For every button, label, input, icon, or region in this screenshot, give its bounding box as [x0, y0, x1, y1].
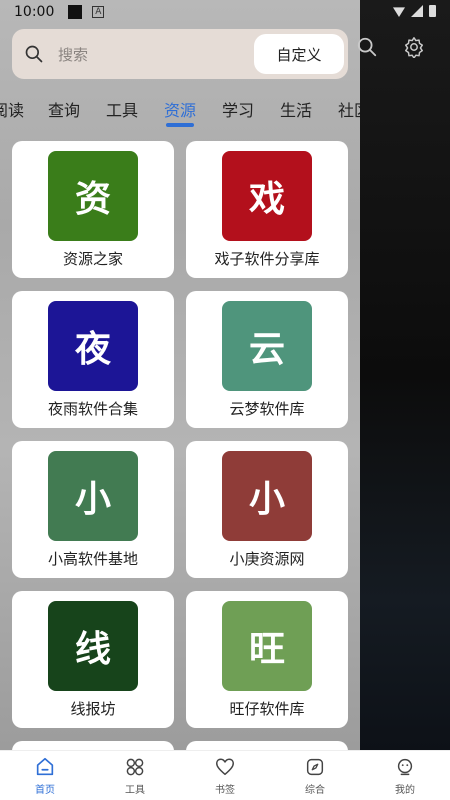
- resource-card-label: 资源之家: [62, 250, 123, 268]
- app-icon: 资: [48, 151, 138, 241]
- status-bar: 10:00 A: [0, 0, 450, 24]
- resource-card-label: 线报坊: [70, 700, 116, 718]
- status-right-icons: [393, 5, 436, 17]
- gear-icon[interactable]: [403, 36, 425, 58]
- resource-card[interactable]: 云 云梦软件库: [186, 291, 348, 428]
- app-icon: 夜: [48, 301, 138, 391]
- resource-card-label: 夜雨软件合集: [47, 400, 138, 418]
- search-icon: [25, 45, 43, 63]
- resource-card[interactable]: 戏 戏子软件分享库: [186, 141, 348, 278]
- tab-life[interactable]: 生活: [280, 97, 312, 121]
- search-placeholder[interactable]: 搜索: [58, 44, 88, 65]
- nav-profile[interactable]: 我的: [360, 751, 450, 800]
- nav-general[interactable]: 综合: [270, 751, 360, 800]
- side-dark-panel: [360, 0, 450, 750]
- app-icon: 戏: [222, 151, 312, 241]
- tab-reading[interactable]: 阅读: [0, 97, 24, 121]
- category-tabs: 阅读 查询 工具 资源 学习 生活 社区: [0, 97, 360, 133]
- nav-profile-label: 我的: [395, 785, 415, 796]
- compass-icon: [306, 758, 324, 776]
- nav-general-label: 综合: [305, 785, 325, 796]
- bottom-navigation: 首页 工具 书签 综合 我的: [0, 750, 450, 800]
- app-icon: 旺: [222, 601, 312, 691]
- profile-icon: [397, 758, 413, 776]
- tab-learning[interactable]: 学习: [222, 97, 254, 121]
- tab-resources[interactable]: 资源: [164, 97, 196, 121]
- tools-icon: [126, 758, 144, 776]
- home-icon: [36, 757, 54, 776]
- search-icon[interactable]: [356, 36, 378, 58]
- custom-button[interactable]: 自定义: [254, 34, 344, 74]
- app-icon: 云: [222, 301, 312, 391]
- tab-query[interactable]: 查询: [48, 97, 80, 121]
- status-time: 10:00: [14, 4, 55, 20]
- nav-home-label: 首页: [35, 785, 55, 796]
- signal-icon: [411, 5, 423, 17]
- resource-card-label: 小高软件基地: [47, 550, 138, 568]
- app-icon: 线: [48, 601, 138, 691]
- battery-icon: [429, 5, 436, 17]
- nav-bookmark[interactable]: 书签: [180, 751, 270, 800]
- search-bar[interactable]: 搜索 自定义: [12, 29, 348, 79]
- active-tab-indicator: [166, 123, 194, 127]
- tab-community[interactable]: 社区: [338, 97, 360, 121]
- resource-card[interactable]: 旺 旺仔软件库: [186, 591, 348, 728]
- resource-card-label: 云梦软件库: [229, 400, 305, 418]
- wifi-icon: [393, 7, 405, 17]
- resource-card[interactable]: 线 线报坊: [12, 591, 174, 728]
- resource-card-label: 旺仔软件库: [229, 700, 305, 718]
- app-icon: 小: [222, 451, 312, 541]
- nav-bookmark-label: 书签: [215, 785, 235, 796]
- resource-card-label: 小庚资源网: [229, 550, 305, 568]
- resource-card[interactable]: 夜 夜雨软件合集: [12, 291, 174, 428]
- resource-card[interactable]: 资 资源之家: [12, 141, 174, 278]
- resource-card[interactable]: 小 小高软件基地: [12, 441, 174, 578]
- resource-card-label: 戏子软件分享库: [214, 250, 320, 268]
- nav-tools-label: 工具: [125, 785, 145, 796]
- app-icon: 小: [48, 451, 138, 541]
- tab-tools[interactable]: 工具: [106, 97, 138, 121]
- nav-home[interactable]: 首页: [0, 751, 90, 800]
- resource-card[interactable]: 小 小庚资源网: [186, 441, 348, 578]
- nav-tools[interactable]: 工具: [90, 751, 180, 800]
- notification-a-icon: A: [92, 6, 105, 18]
- bookmark-icon: [216, 758, 234, 776]
- notification-square-icon: [68, 5, 83, 19]
